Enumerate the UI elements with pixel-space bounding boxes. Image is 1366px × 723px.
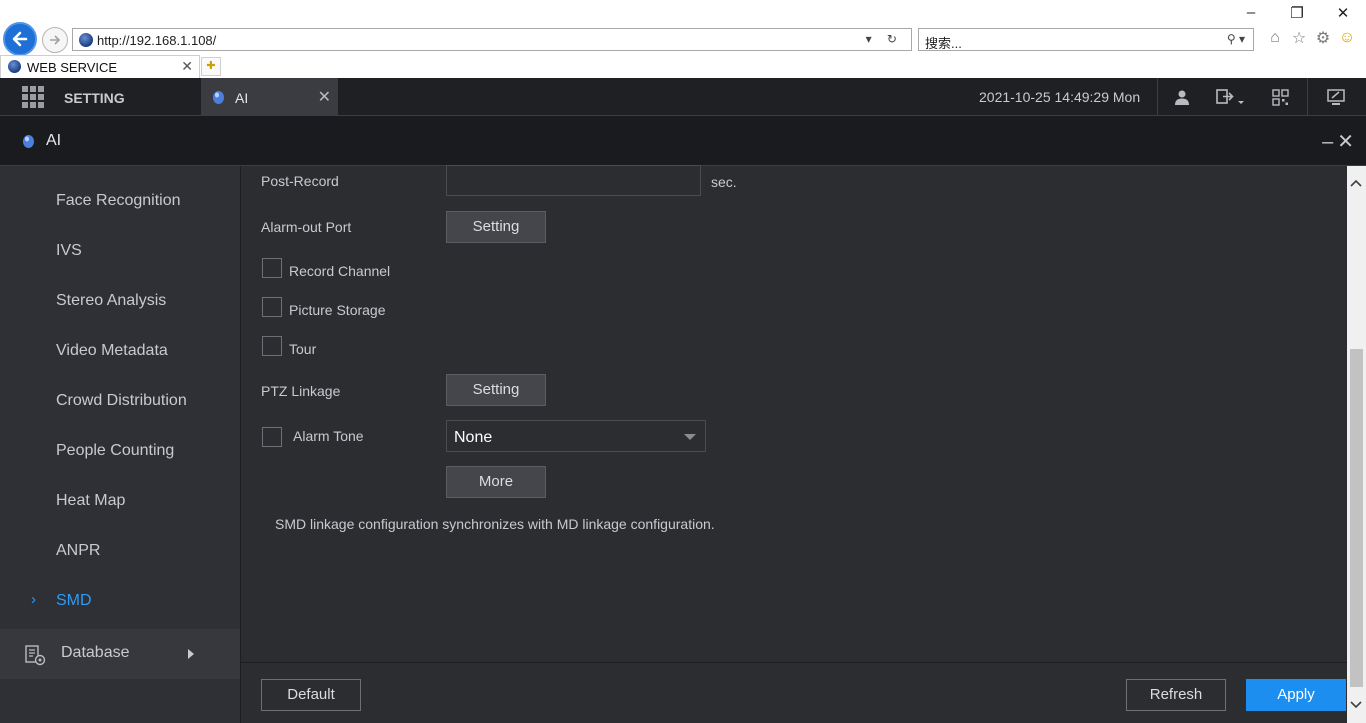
window-controls[interactable]: –✕	[1322, 129, 1358, 154]
home-icon[interactable]: ⌂	[1266, 29, 1284, 47]
close-icon[interactable]: ✕	[1320, 4, 1366, 22]
search-box[interactable]: 搜索... ⚲ ▾	[918, 28, 1254, 51]
sidebar-item-people-counting[interactable]: People Counting	[0, 427, 240, 477]
footer-bar: Default Refresh Apply	[241, 662, 1347, 723]
tab-title: WEB SERVICE	[27, 60, 118, 75]
favorites-icon[interactable]: ☆	[1290, 29, 1308, 47]
alarm-tone-label: Alarm Tone	[293, 428, 364, 444]
picture-storage-label: Picture Storage	[289, 302, 386, 318]
divider	[1307, 78, 1308, 116]
qr-code-icon[interactable]	[1270, 87, 1290, 107]
minimize-icon[interactable]: –	[1228, 4, 1274, 22]
post-record-input[interactable]	[446, 165, 701, 196]
scrollbar-thumb[interactable]	[1350, 349, 1363, 687]
refresh-button[interactable]: Refresh	[1126, 679, 1226, 711]
app-topbar: SETTING AI ✕ 2021-10-25 14:49:29 Mon	[0, 78, 1366, 116]
window-title: AI	[46, 132, 62, 149]
user-icon[interactable]	[1172, 87, 1192, 107]
chevron-down-icon	[684, 434, 696, 440]
forward-button[interactable]	[42, 27, 68, 53]
sidebar-item-label: IVS	[56, 242, 82, 259]
address-url: http://192.168.1.108/	[97, 33, 217, 48]
window-controls: – ❐ ✕	[1228, 4, 1366, 22]
vertical-scrollbar[interactable]	[1347, 166, 1366, 723]
restore-icon[interactable]: ❐	[1274, 4, 1320, 22]
sidebar-item-database[interactable]: Database	[0, 629, 240, 679]
tour-checkbox[interactable]	[262, 336, 282, 356]
database-icon	[25, 645, 46, 666]
divider	[1157, 78, 1158, 116]
grid-menu-icon[interactable]	[22, 86, 44, 108]
ai-orb-icon	[23, 135, 34, 148]
new-tab-button[interactable]: ✚	[201, 57, 221, 76]
arrow-right-icon	[50, 35, 61, 45]
sidebar-item-crowd-distribution[interactable]: Crowd Distribution	[0, 377, 240, 427]
sidebar-item-label: Heat Map	[56, 492, 126, 509]
record-channel-checkbox[interactable]	[262, 258, 282, 278]
gear-icon[interactable]: ⚙	[1314, 29, 1332, 47]
ptz-linkage-setting-button[interactable]: Setting	[446, 374, 546, 406]
tab-ai-label: AI	[235, 90, 249, 106]
scroll-down-icon[interactable]	[1350, 698, 1362, 710]
sidebar-item-smd[interactable]: › SMD	[0, 577, 240, 627]
arrow-left-icon	[12, 31, 28, 47]
sidebar-item-label: Database	[61, 644, 130, 661]
tab-ai[interactable]: AI ✕	[201, 78, 338, 116]
sidebar-item-heat-map[interactable]: Heat Map	[0, 477, 240, 527]
scroll-up-icon[interactable]	[1350, 178, 1362, 190]
address-bar[interactable]: http://192.168.1.108/ ▾ ↻	[72, 28, 912, 51]
monitor-icon[interactable]	[1326, 87, 1346, 107]
default-button[interactable]: Default	[261, 679, 361, 711]
record-channel-label: Record Channel	[289, 263, 391, 279]
more-button[interactable]: More	[446, 466, 546, 498]
browser-chrome: http://192.168.1.108/ ▾ ↻ 搜索... ⚲ ▾ ⌂ ☆ …	[0, 0, 1366, 78]
alarm-out-setting-button[interactable]: Setting	[446, 211, 546, 243]
sidebar-item-video-metadata[interactable]: Video Metadata	[0, 327, 240, 377]
sidebar-item-stereo-analysis[interactable]: Stereo Analysis	[0, 277, 240, 327]
sidebar-item-label: ANPR	[56, 542, 101, 559]
post-record-unit: sec.	[711, 174, 737, 190]
sidebar-item-label: Video Metadata	[56, 342, 168, 359]
tab-site-icon	[8, 60, 21, 73]
caret-right-icon	[188, 649, 194, 659]
sidebar: Face Recognition IVS Stereo Analysis Vid…	[0, 166, 241, 723]
alarm-tone-select[interactable]: None	[446, 420, 706, 452]
setting-menu-label[interactable]: SETTING	[64, 90, 125, 106]
tab-close-icon[interactable]: ✕	[318, 87, 331, 107]
picture-storage-checkbox[interactable]	[262, 297, 282, 317]
sidebar-item-label: Crowd Distribution	[56, 392, 187, 409]
sidebar-item-ivs[interactable]: IVS	[0, 227, 240, 277]
sidebar-item-label: SMD	[56, 592, 92, 609]
ptz-linkage-label: PTZ Linkage	[261, 383, 341, 399]
alarm-tone-checkbox[interactable]	[262, 427, 282, 447]
alarm-tone-value: None	[454, 429, 493, 446]
apply-button[interactable]: Apply	[1246, 679, 1346, 711]
logout-icon[interactable]	[1214, 87, 1248, 107]
ai-orb-icon	[213, 91, 224, 104]
browser-tools: ⌂ ☆ ⚙ ☺	[1266, 29, 1356, 47]
sidebar-item-label: Face Recognition	[56, 192, 181, 209]
smd-linkage-panel: Post-Record sec. Alarm-out Port Setting …	[241, 165, 1347, 662]
alarm-out-port-label: Alarm-out Port	[261, 219, 352, 235]
tour-label: Tour	[289, 341, 317, 357]
back-button[interactable]	[3, 22, 37, 56]
sidebar-item-face-recognition[interactable]: Face Recognition	[0, 177, 240, 227]
search-icon[interactable]: ⚲ ▾	[1227, 32, 1245, 46]
sidebar-item-anpr[interactable]: ANPR	[0, 527, 240, 577]
smiley-icon[interactable]: ☺	[1338, 29, 1356, 47]
search-placeholder: 搜索...	[925, 36, 962, 51]
chevron-right-icon: ›	[31, 591, 36, 608]
system-datetime: 2021-10-25 14:49:29 Mon	[979, 89, 1141, 105]
tab-close-icon[interactable]: ✕	[181, 58, 193, 75]
site-icon	[79, 33, 93, 47]
browser-tab[interactable]: WEB SERVICE ✕	[0, 55, 200, 78]
sidebar-item-label: Stereo Analysis	[56, 292, 167, 309]
post-record-label: Post-Record	[261, 173, 339, 189]
sidebar-item-label: People Counting	[56, 442, 175, 459]
window-title-bar: AI –✕	[0, 116, 1366, 166]
sync-note: SMD linkage configuration synchronizes w…	[275, 516, 715, 532]
refresh-icon[interactable]: ▾ ↻	[866, 32, 903, 46]
